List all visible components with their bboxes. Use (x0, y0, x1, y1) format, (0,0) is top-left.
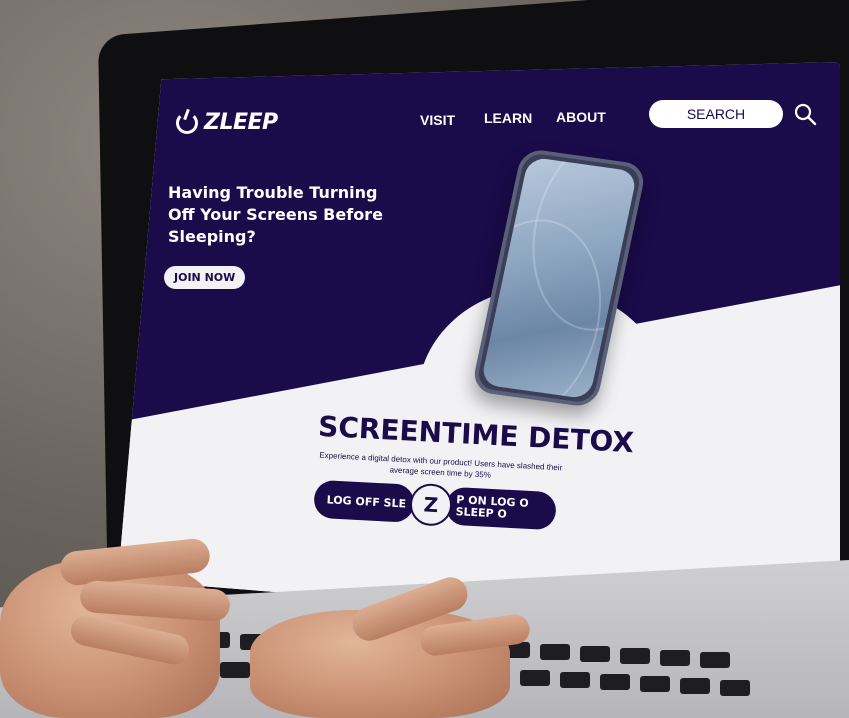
key (660, 650, 690, 666)
nav-about[interactable]: ABOUT (556, 109, 606, 125)
marquee-right: P ON LOG O SLEEP O (444, 486, 557, 531)
key (700, 652, 730, 668)
headline-line: Sleeping? (168, 227, 256, 246)
power-icon (176, 111, 198, 134)
search-icon[interactable] (793, 102, 817, 126)
key (540, 644, 570, 660)
key (220, 662, 250, 678)
headline-line: Having Trouble Turning (168, 183, 378, 202)
key (680, 678, 710, 694)
key (640, 676, 670, 692)
nav-visit[interactable]: VISIT (420, 112, 455, 128)
key (600, 674, 630, 690)
logo-text: ZLEEP (204, 110, 278, 135)
hero-headline: Having Trouble Turning Off Your Screens … (168, 182, 398, 248)
headline-line: Off Your Screens Before (168, 205, 383, 224)
laptop-screen: ZLEEP VISIT LEARN ABOUT SEARCH Having Tr… (118, 62, 840, 637)
key (520, 670, 550, 686)
search-placeholder: SEARCH (686, 106, 746, 122)
search-input[interactable]: SEARCH (649, 100, 783, 128)
marquee-left: LOG OFF SLE (313, 479, 416, 523)
z-badge-icon: Z (408, 482, 454, 527)
join-now-button[interactable]: JOIN NOW (164, 266, 246, 289)
site-logo[interactable]: ZLEEP (176, 110, 278, 135)
nav-learn[interactable]: LEARN (484, 110, 532, 126)
key (560, 672, 590, 688)
key (720, 680, 750, 696)
key (580, 646, 610, 662)
key (620, 648, 650, 664)
